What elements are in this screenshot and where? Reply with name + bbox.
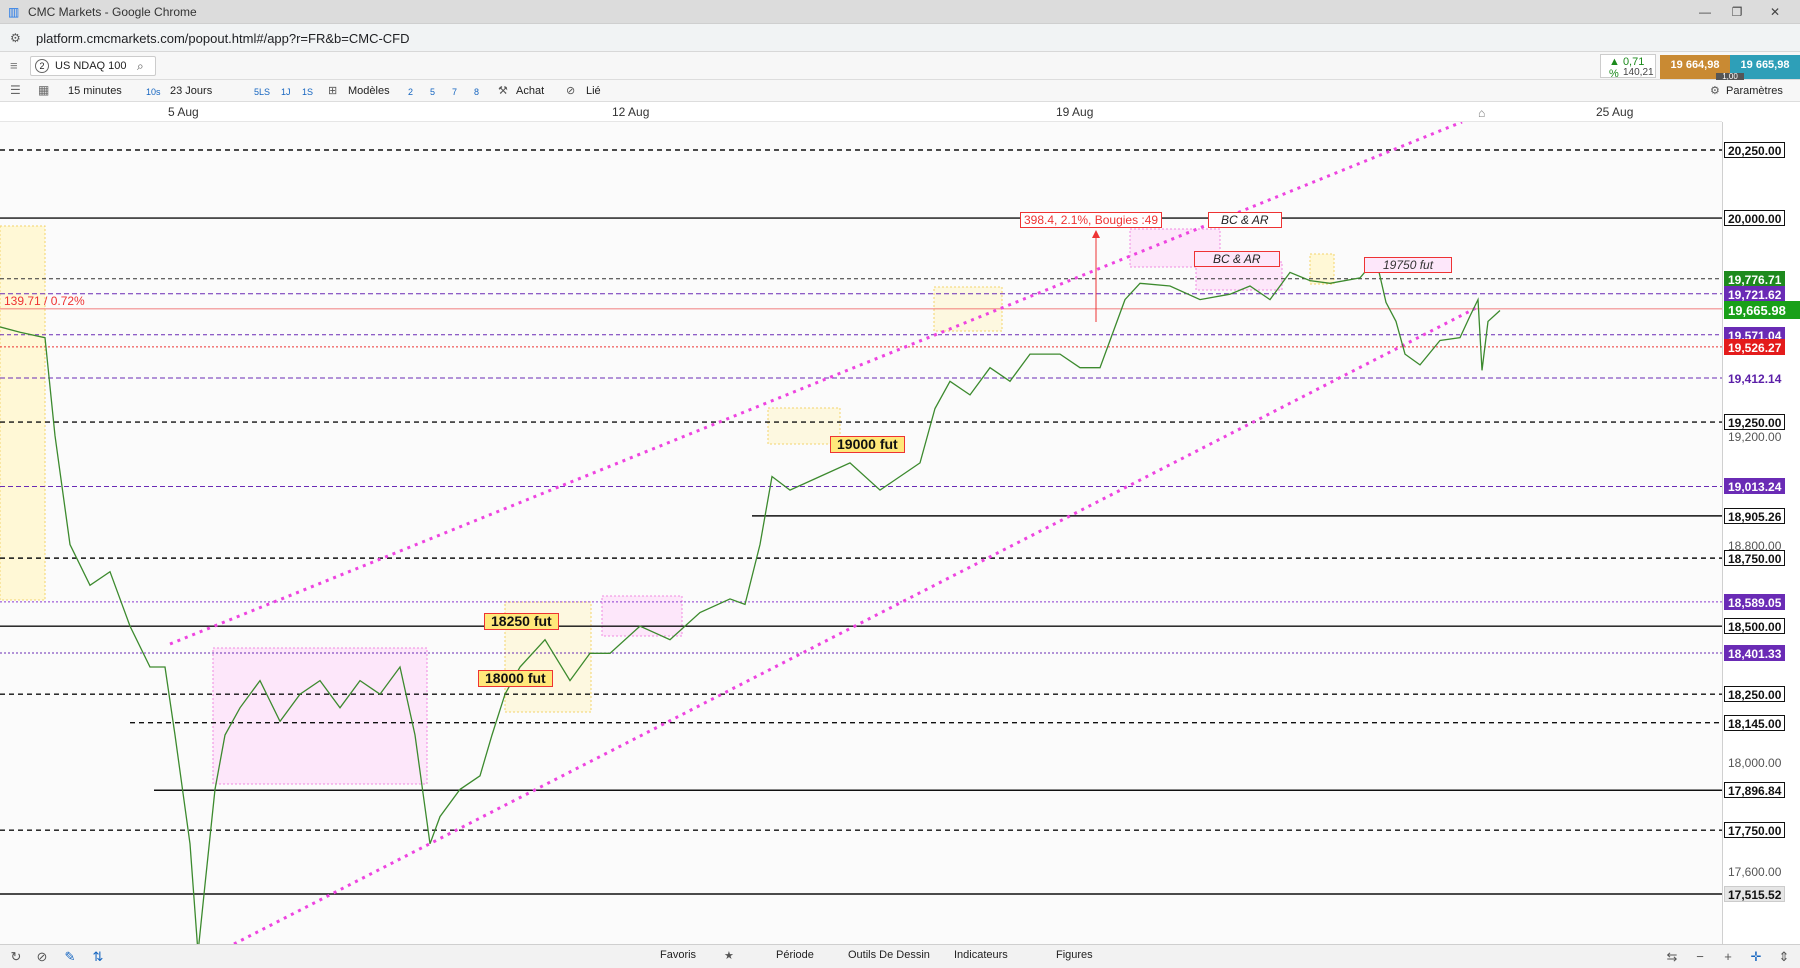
indicators-tab[interactable]: Indicateurs [954,949,1008,961]
buy-hammer-icon: ⚒ [498,85,508,97]
price-label: 18,750.00 [1724,550,1786,567]
date-label: 25 Aug [1596,105,1634,119]
price-label: 17,750.00 [1724,822,1786,839]
pct-change-label: 139.71 / 0.72% [4,294,85,308]
url-text[interactable]: platform.cmcmarkets.com/popout.html#/app… [36,31,410,46]
cmc-app-icon: ▥ [8,5,20,19]
date-label: 19 Aug [1056,105,1094,119]
price-label: 17,896.84 [1724,782,1786,799]
window-titlebar: ▥ CMC Markets - Google Chrome — ❐ ✕ [0,0,1800,24]
date-label: 12 Aug [612,105,650,119]
price-label: 18,500.00 [1724,618,1786,635]
window-title: CMC Markets - Google Chrome [28,5,197,19]
fut-19000-label[interactable]: 19000 fut [830,436,905,453]
instrument-selector[interactable]: 2 US NDAQ 100 ⌕ [30,56,156,76]
date-axis: 5 Aug 12 Aug 19 Aug 25 Aug ⌂ [0,102,1722,122]
grid-layout-icon[interactable]: ▦ [38,81,49,99]
models-icon[interactable]: ⊞ [328,82,337,100]
price-series [0,257,1501,944]
zoom-in-icon[interactable]: + [1720,949,1736,965]
drawing-tools-tab[interactable]: Outils De Dessin [848,949,930,961]
zone-yellow [1309,253,1335,285]
price-label: 18,000.00 [1728,756,1782,771]
site-info-icon[interactable]: ⚙ [10,30,26,46]
instrument-toolbar: ≡ 2 US NDAQ 100 ⌕ ▲ 0,71 % 140,21 19 664… [0,52,1800,81]
price-label: 18,589.05 [1724,593,1786,610]
range-1j-button[interactable]: 1J [281,83,291,101]
period-tab[interactable]: Période [776,949,814,961]
price-label: 17,515.52 [1724,886,1786,902]
price-label: 20,000.00 [1724,210,1786,227]
minimize-icon[interactable]: — [1690,3,1720,21]
price-label: 19,721.62 [1724,285,1786,302]
bc-ar-label[interactable]: BC & AR [1208,212,1282,228]
instrument-name: US NDAQ 100 [55,60,127,72]
channel-upper-line[interactable] [169,122,1463,646]
range-1s-button[interactable]: 1S [302,83,313,101]
price-label: 18,145.00 [1724,714,1786,731]
settings-button[interactable]: Paramètres [1726,82,1783,100]
refresh-icon[interactable]: ↻ [8,949,24,965]
change-pts: 140,21 [1623,67,1654,78]
bc-ar-label[interactable]: BC & AR [1194,251,1280,267]
link-icon: ⊘ [566,85,576,97]
price-label: 19,412.14 [1724,369,1786,386]
address-bar: ⚙ platform.cmcmarkets.com/popout.html#/a… [0,24,1800,52]
crosshair-icon[interactable]: ✛ [1748,949,1764,965]
fut-18000-label[interactable]: 18000 fut [478,670,553,687]
price-label: 19,013.24 [1724,478,1786,495]
price-label: 18,250.00 [1724,686,1786,703]
layout-8-button[interactable]: 8 [474,83,479,101]
range-5ls-button[interactable]: 5LS [254,83,270,101]
home-icon[interactable]: ⌂ [1478,106,1490,120]
layout-5-button[interactable]: 5 [430,83,435,101]
price-label: 19,526.27 [1724,338,1786,355]
crosshair-move-icon[interactable]: ⇆ [1664,949,1680,965]
interval-select[interactable]: 15 minutes [68,82,122,100]
price-label: 19,665.98 [1724,300,1800,319]
link-button[interactable]: Lié [586,82,601,100]
fut-19750-label[interactable]: 19750 fut [1364,257,1453,273]
range-select[interactable]: 23 Jours [170,82,212,100]
menu-icon[interactable]: ≡ [10,57,18,75]
price-label: 18,401.33 [1724,644,1786,661]
cancel-icon[interactable]: ⊘ [34,949,50,965]
price-label: 17,600.00 [1728,865,1782,879]
list-icon[interactable]: ☰ [10,81,21,99]
search-icon[interactable]: ⌕ [137,57,144,75]
price-label: 18,905.26 [1724,507,1786,524]
price-label: 19,200.00 [1728,429,1782,444]
date-label: 5 Aug [168,105,199,119]
price-chart[interactable]: 398.4, 2.1%, Bougies :49 BC & AR BC & AR… [0,122,1800,944]
zone-pink [212,647,428,785]
measure-arrow [1092,230,1100,238]
close-icon[interactable]: ✕ [1760,3,1790,21]
chart-canvas[interactable] [0,122,1722,944]
fit-icon[interactable]: ⇕ [1776,949,1792,965]
move-icon[interactable]: ⇅ [90,949,106,965]
restore-icon[interactable]: ❐ [1722,3,1752,21]
change-box: ▲ 0,71 % 140,21 [1600,54,1656,80]
gear-icon[interactable]: ⚙ [1710,82,1720,100]
favorites-tab[interactable]: Favoris [660,949,696,961]
figures-tab[interactable]: Figures [1056,949,1093,961]
instrument-badge: 2 [35,59,49,73]
speed-button[interactable]: 10s [146,83,161,101]
zone-yellow [0,225,46,601]
buy-button[interactable]: Achat [516,82,544,100]
price-label: 19,776.71 [1724,270,1786,287]
price-label: 20,250.00 [1724,142,1786,158]
bottom-toolbar: ↻ ⊘ ✎ ⇅ Favoris ★ Période Outils De Dess… [0,944,1800,968]
measure-label[interactable]: 398.4, 2.1%, Bougies :49 [1020,212,1163,228]
models-button[interactable]: Modèles [348,82,390,100]
chart-toolbar: ☰ ▦ 15 minutes 10s 23 Jours 5LS 1J 1S ⊞ … [0,80,1800,102]
zoom-out-icon[interactable]: − [1692,949,1708,965]
layout-7-button[interactable]: 7 [452,83,457,101]
layout-2-button[interactable]: 2 [408,83,413,101]
fut-18250-label[interactable]: 18250 fut [484,613,559,630]
price-axis[interactable] [1722,122,1800,944]
pencil-icon[interactable]: ✎ [62,949,78,965]
star-icon[interactable]: ★ [724,949,734,962]
